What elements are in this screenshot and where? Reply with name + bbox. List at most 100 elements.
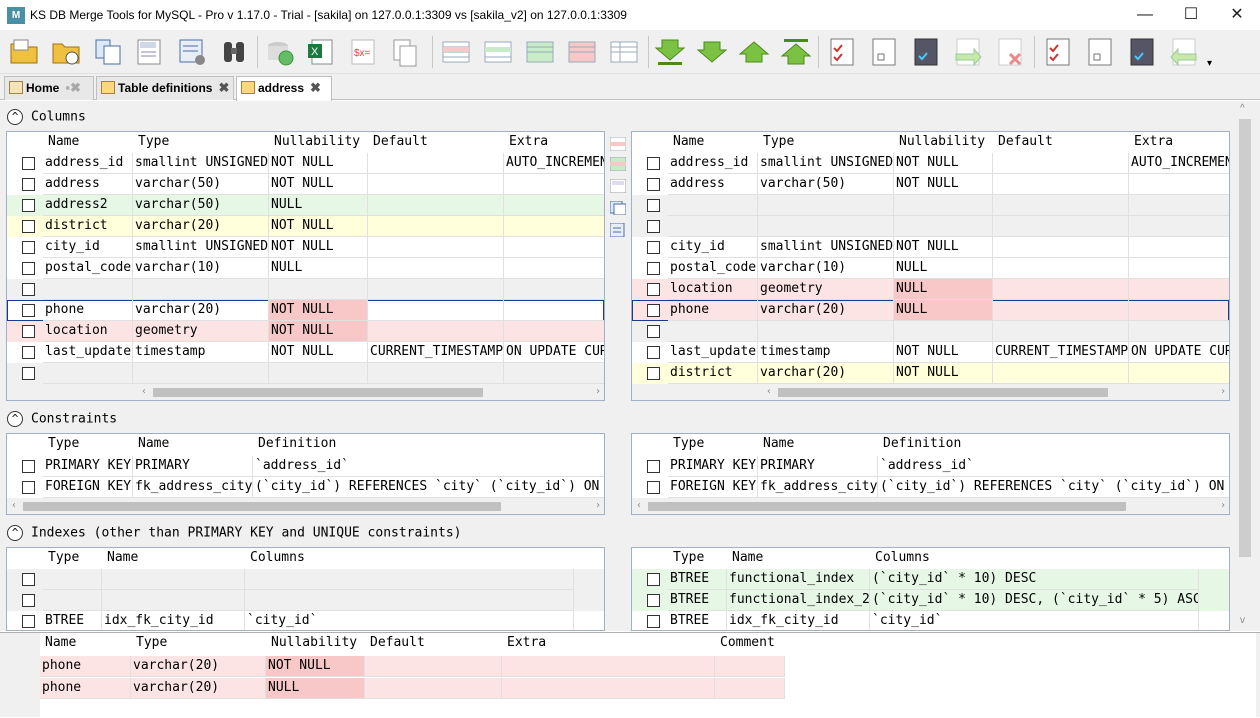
grid-cell[interactable]: NOT NULL [894,237,993,258]
scrollbar-thumb[interactable] [778,388,1108,397]
close-tab-icon[interactable]: ▪✖ [65,80,81,95]
grid-cell[interactable]: `address_id` [878,456,1229,477]
sql-script-icon[interactable] [134,36,166,68]
grid-cell[interactable] [504,279,604,300]
check-list-icon[interactable] [826,36,858,68]
row-checkbox[interactable] [22,594,35,607]
grid-cell[interactable] [1129,279,1229,300]
blank-doc-left-icon[interactable] [1084,36,1116,68]
row-checkbox[interactable] [22,262,35,275]
grid-cell[interactable] [993,279,1129,300]
grid-cell[interactable]: CURRENT_TIMESTAMP [368,342,504,363]
row-checkbox[interactable] [22,199,35,212]
scroll-right-arrow[interactable]: › [591,498,604,514]
grid-cell[interactable]: NOT NULL [269,300,368,321]
table-row[interactable]: BTREE idx_fk_city_id `city_id` [7,611,604,630]
blank-doc-icon[interactable] [868,36,900,68]
grid-cell[interactable] [993,195,1129,216]
grid-cell[interactable]: idx_fk_city_id [727,611,870,630]
table-row[interactable] [7,569,604,590]
close-tab-icon[interactable]: ✖ [218,80,229,95]
grid-cell[interactable] [368,153,504,174]
grid-cell[interactable]: address [668,174,758,195]
table-row[interactable]: last_update timestamp NOT NULL CURRENT_TIME… [632,342,1229,363]
merge-right-icon[interactable] [952,36,984,68]
grid-cell[interactable] [758,321,894,342]
columns-grid-left[interactable]: Name Type Nullability Default Extra addr… [6,131,605,401]
grid-cell[interactable]: city_id [43,237,133,258]
grid-cell[interactable]: fk_address_city [758,477,878,498]
tab-address[interactable]: address ✖ [236,76,332,101]
row-checkbox[interactable] [22,283,35,296]
grid-cell[interactable] [269,363,368,384]
grid-cell[interactable]: varchar(20) [758,300,894,321]
table-row[interactable]: city_id smallint UNSIGNED NOT NULL [632,237,1229,258]
schema-settings-icon[interactable] [176,36,208,68]
grid-cell[interactable] [715,678,785,699]
grid-cell[interactable] [269,279,368,300]
grid-cell[interactable]: address2 [43,195,133,216]
grid-cell[interactable]: BTREE [668,569,727,590]
grid-cell[interactable] [993,363,1129,384]
grid-cell[interactable] [43,569,102,590]
table-row[interactable]: postal_code varchar(10) NULL [7,258,604,279]
table-row[interactable]: BTREE idx_fk_city_id `city_id` [632,611,1229,630]
grid-cell[interactable] [504,258,604,279]
grid-cell[interactable]: NULL [894,258,993,279]
scroll-left-arrow[interactable]: ‹ [137,384,151,400]
grid-cell[interactable] [43,279,133,300]
grid-cell[interactable] [368,237,504,258]
horizontal-scrollbar[interactable]: ‹ › [7,384,604,400]
row-checkbox[interactable] [22,325,35,338]
grid-cell[interactable]: functional_index_2 [727,590,870,611]
grid-cell[interactable] [502,678,715,699]
grid-cell[interactable] [133,363,269,384]
grid-cell[interactable]: varchar(20) [758,363,894,384]
row-checkbox[interactable] [647,325,660,338]
move-bottom-icon[interactable] [654,36,686,68]
check-dark-icon[interactable] [910,36,942,68]
row-checkbox[interactable] [22,304,35,317]
grid-cell[interactable]: address [43,174,133,195]
grid-cell[interactable] [993,174,1129,195]
table-row[interactable] [7,363,604,384]
grid-cell[interactable]: timestamp [758,342,894,363]
grid-cell[interactable]: NULL [894,300,993,321]
grid-cell[interactable]: NOT NULL [269,237,368,258]
mini-grid-green-icon[interactable] [610,157,626,171]
table-row[interactable]: address2 varchar(50) NULL [7,195,604,216]
grid-cell[interactable]: phone [668,300,758,321]
grid-cell[interactable]: NULL [269,258,368,279]
grid-cell[interactable]: BTREE [668,590,727,611]
grid-cell[interactable]: varchar(10) [758,258,894,279]
grid-cell[interactable]: phone [43,300,133,321]
row-checkbox[interactable] [22,220,35,233]
variables-icon[interactable]: $x= [348,36,380,68]
row-checkbox[interactable] [647,304,660,317]
horizontal-scrollbar[interactable]: ‹ › [632,384,1229,400]
constraints-section-header[interactable]: ^ Constraints [7,411,117,427]
grid-cell[interactable] [758,195,894,216]
scroll-up-arrow[interactable]: ^ [1240,103,1245,114]
grid-cell[interactable]: phone [40,656,131,677]
grid-cell[interactable]: postal_code [43,258,133,279]
grid-cell[interactable]: timestamp [133,342,269,363]
row-checkbox[interactable] [647,157,660,170]
grid-cell[interactable] [245,569,574,590]
table-row[interactable]: phone varchar(20) NOT NULL [7,300,604,321]
scrollbar-thumb[interactable] [153,388,483,397]
row-checkbox[interactable] [22,367,35,380]
grid-cell[interactable] [504,195,604,216]
table-row[interactable]: address varchar(50) NOT NULL [7,174,604,195]
scroll-left-arrow[interactable]: ‹ [632,498,646,514]
check-dark-left-icon[interactable] [1126,36,1158,68]
grid-cell[interactable] [43,590,102,611]
grid-green-icon[interactable] [524,36,556,68]
grid-cell[interactable]: geometry [133,321,269,342]
grid-cell[interactable] [715,656,785,677]
grid-cell[interactable]: NOT NULL [269,321,368,342]
grid-cell[interactable]: (`city_id` * 10) DESC, (`city_id` * 5) A… [870,590,1199,611]
grid-cell[interactable] [993,258,1129,279]
grid-cell[interactable]: NOT NULL [894,174,993,195]
grid-cell[interactable] [43,363,133,384]
